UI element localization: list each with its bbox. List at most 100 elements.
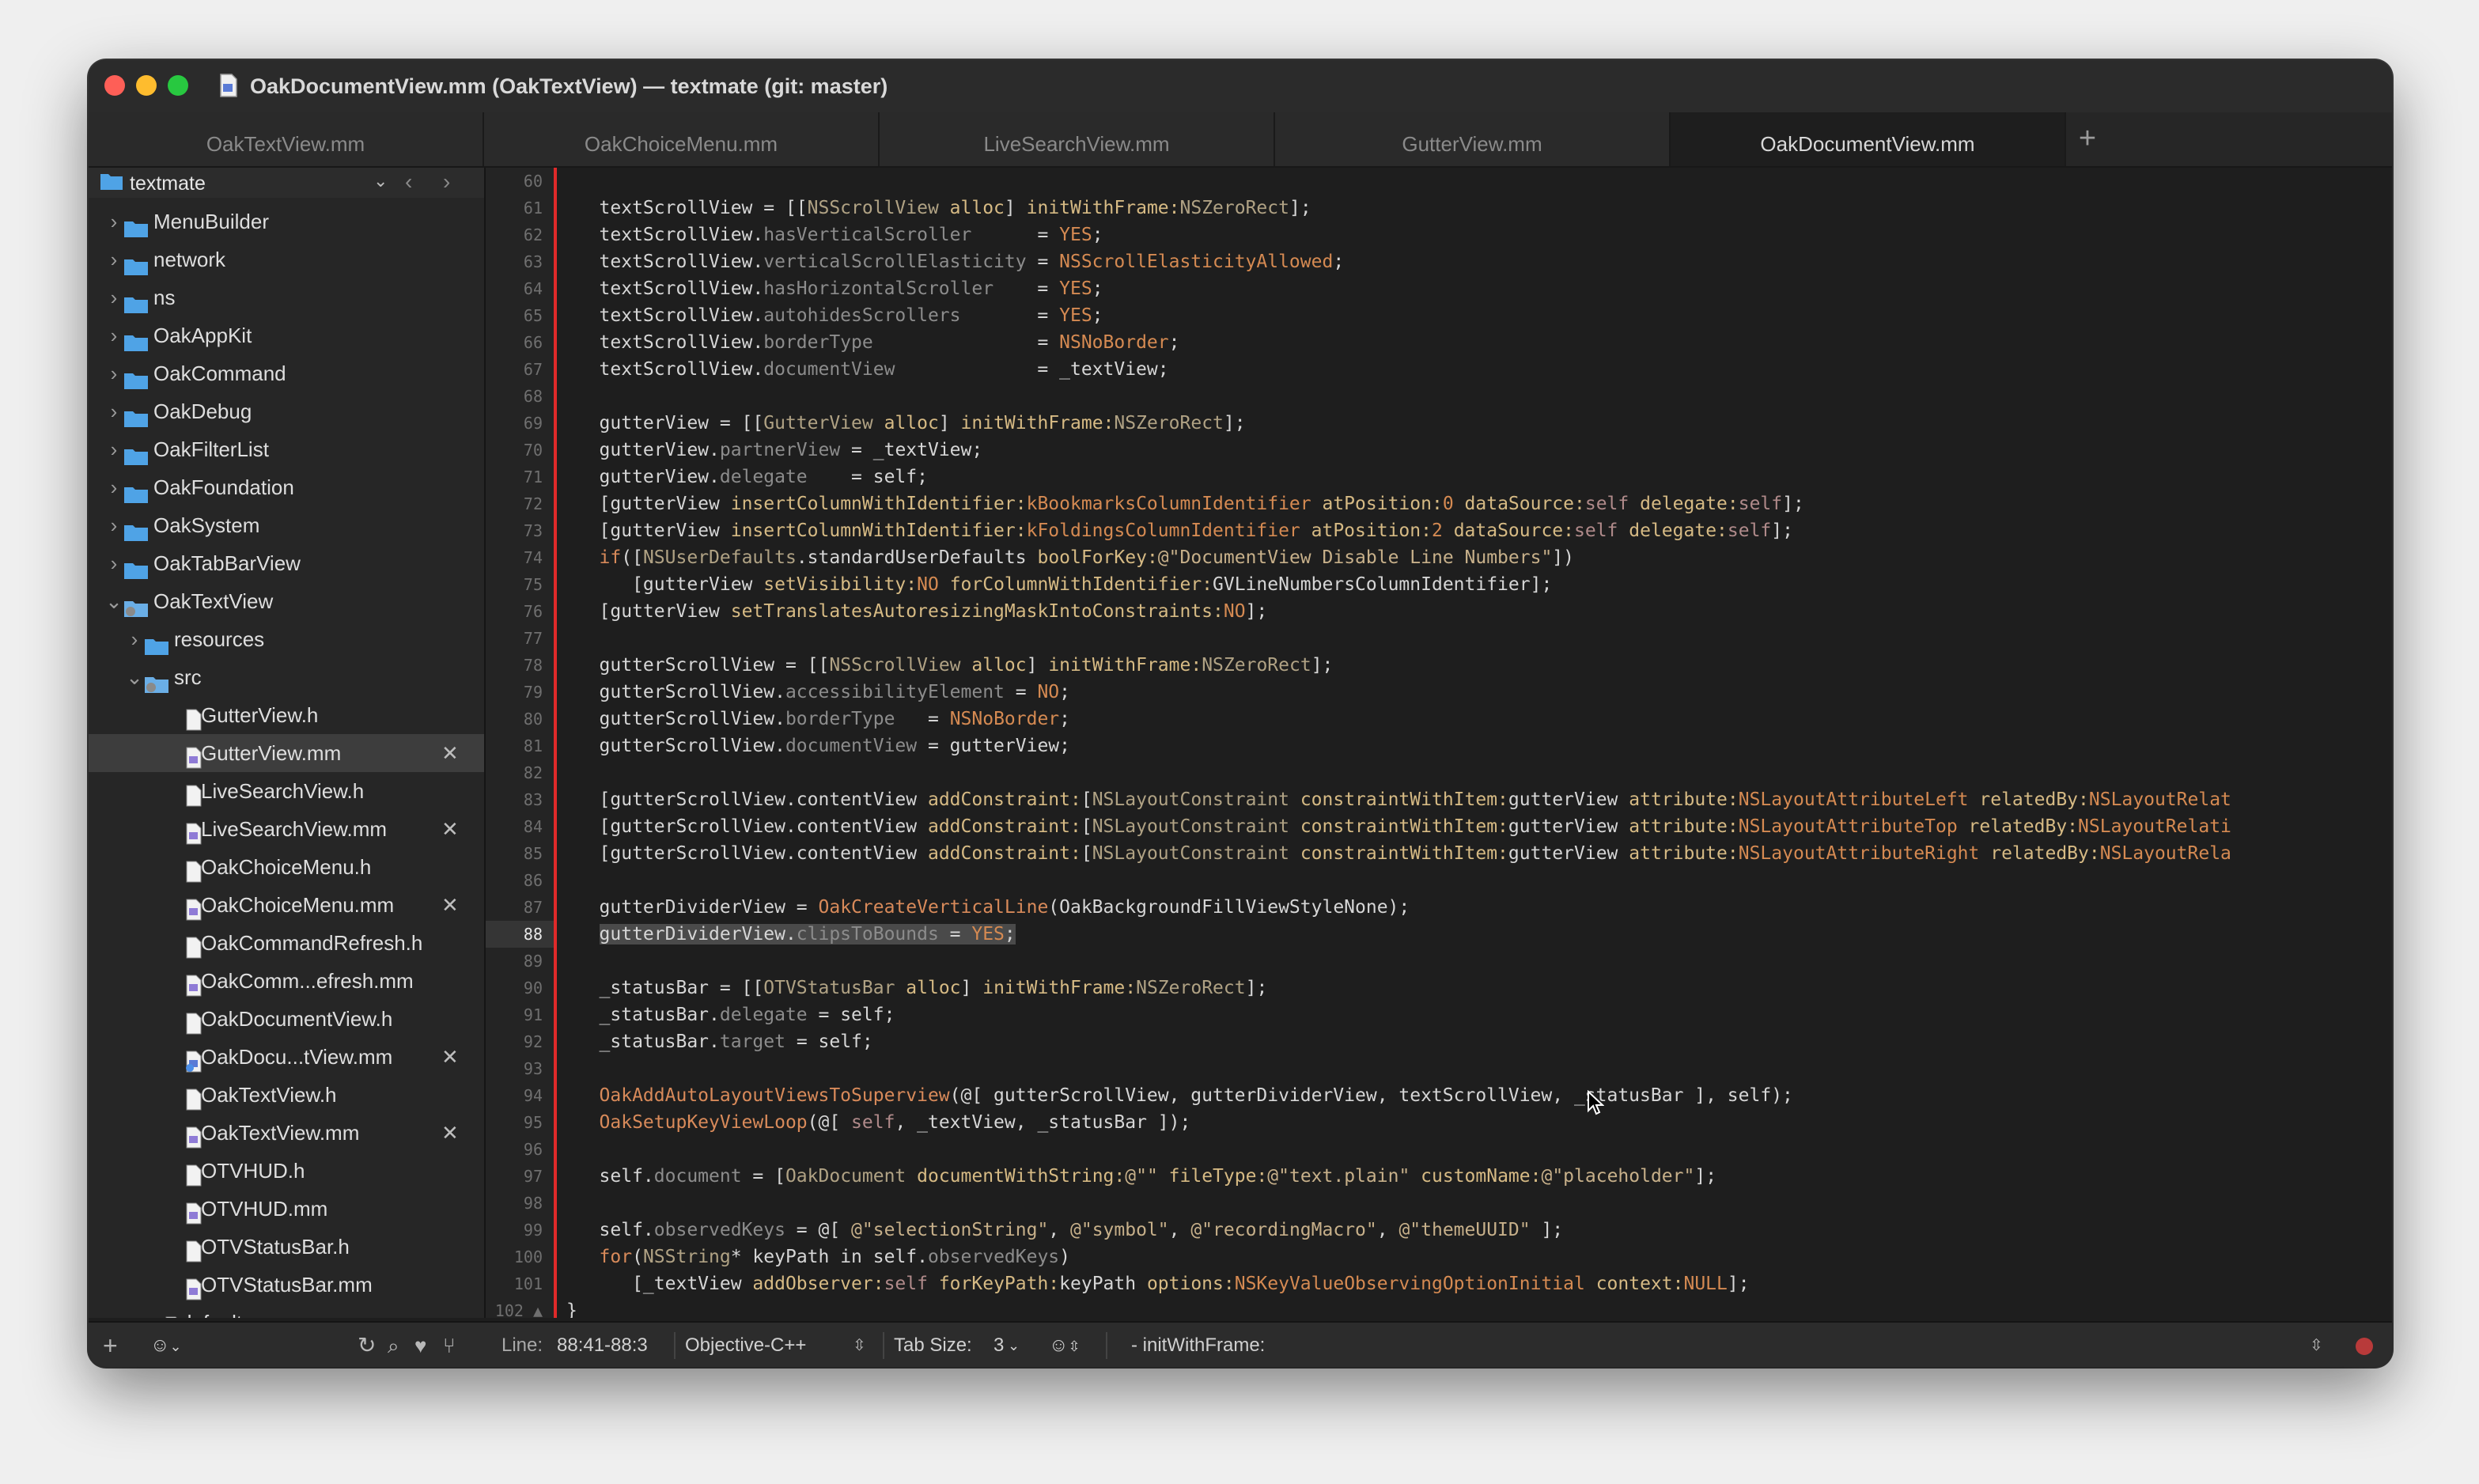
code-line[interactable]: textScrollView.hasHorizontalScroller = Y… [566,275,2392,302]
file-tree-item[interactable]: ⌄ src [89,658,484,696]
file-tree-item[interactable]: OTVHUD.mm [89,1190,484,1228]
line-number[interactable]: 98 [486,1190,554,1217]
code-line[interactable] [566,1055,2392,1082]
line-number[interactable]: 87 [486,894,554,921]
disclosure-chevron-right-icon[interactable]: › [104,430,123,468]
code-line[interactable] [566,948,2392,975]
line-number-gutter[interactable]: 60 61 62 63 64 65 66 67 68 69 70 71 72 73 74 75 76 77 78 79… [486,168,557,1318]
disclosure-chevron-right-icon[interactable]: › [125,620,144,658]
language-selector[interactable]: Objective-C++ [685,1323,806,1367]
minimize-window-button[interactable] [136,75,157,96]
line-number[interactable]: 63 [486,248,554,275]
symbol-stepper-icon[interactable]: ⇳ [2310,1323,2323,1367]
line-number[interactable]: 102 ▲ [486,1297,554,1318]
tab-oaktextview[interactable]: OakTextView.mm [89,112,484,166]
disclosure-chevron-right-icon[interactable]: › [104,544,123,582]
close-icon[interactable]: ✕ [441,886,459,924]
line-number[interactable]: 78 [486,652,554,679]
code-line[interactable] [566,867,2392,894]
file-tree-item[interactable]: › OakDebug [89,392,484,430]
code-line[interactable]: _statusBar.delegate = self; [566,1001,2392,1028]
file-tree-item[interactable]: LiveSearchView.mm ✕ [89,810,484,848]
close-icon[interactable]: ✕ [441,1038,459,1076]
language-stepper-icon[interactable]: ⇳ [853,1323,866,1367]
code-line[interactable] [566,625,2392,652]
code-line[interactable]: _statusBar.target = self; [566,1028,2392,1055]
macro-record-button[interactable] [2356,1338,2373,1355]
code-line[interactable]: gutterDividerView = OakCreateVerticalLin… [566,894,2392,921]
project-selector[interactable]: textmate [130,168,206,198]
code-line[interactable]: self.observedKeys = @[ @"selectionString… [566,1217,2392,1244]
code-line[interactable]: gutterScrollView = [[NSScrollView alloc]… [566,652,2392,679]
line-number[interactable]: 68 [486,383,554,410]
file-tree-item[interactable]: › OakCommand [89,354,484,392]
code-line[interactable]: textScrollView.documentView = _textView; [566,356,2392,383]
code-line[interactable]: gutterView = [[GutterView alloc] initWit… [566,410,2392,437]
file-tree-item[interactable]: OakChoiceMenu.mm ✕ [89,886,484,924]
code-line[interactable]: [gutterView insertColumnWithIdentifier:k… [566,517,2392,544]
line-number[interactable]: 79 [486,679,554,706]
line-number[interactable]: 82 [486,759,554,786]
line-number[interactable]: 83 [486,786,554,813]
line-number[interactable]: 88 [486,921,554,948]
code-line[interactable]: [gutterView insertColumnWithIdentifier:k… [566,490,2392,517]
line-number[interactable]: 76 [486,598,554,625]
line-number[interactable]: 80 [486,706,554,733]
line-number[interactable]: 86 [486,867,554,894]
file-tree-item[interactable]: › OakAppKit [89,316,484,354]
title-bar[interactable]: OakDocumentView.mm (OakTextView) — textm… [89,60,2392,112]
code-line[interactable]: gutterScrollView.borderType = NSNoBorder… [566,706,2392,733]
code-line[interactable]: gutterDividerView.clipsToBounds = YES; [566,921,2392,948]
zoom-window-button[interactable] [168,75,188,96]
line-number[interactable]: 65 [486,302,554,329]
tab-size-selector[interactable]: 3 [993,1323,1004,1367]
code-line[interactable]: [gutterView setTranslatesAutoresizingMas… [566,598,2392,625]
line-number[interactable]: 60 [486,168,554,195]
code-line[interactable] [566,1136,2392,1163]
disclosure-chevron-right-icon[interactable]: › [104,316,123,354]
line-number[interactable]: 96 [486,1136,554,1163]
code-line[interactable]: [gutterScrollView.contentView addConstra… [566,786,2392,813]
line-number[interactable]: 62 [486,221,554,248]
back-button[interactable]: ‹ [405,169,412,195]
code-line[interactable]: gutterView.delegate = self; [566,464,2392,490]
tab-oakdocumentview[interactable]: OakDocumentView.mm [1671,112,2066,166]
code-line[interactable]: [_textView addObserver:self forKeyPath:k… [566,1270,2392,1297]
disclosure-chevron-right-icon[interactable]: › [104,506,123,544]
close-icon[interactable]: ✕ [441,1114,459,1152]
code-line[interactable] [566,168,2392,195]
line-number[interactable]: 66 [486,329,554,356]
line-number[interactable]: 92 [486,1028,554,1055]
code-line[interactable] [566,383,2392,410]
line-number[interactable]: 61 [486,195,554,221]
code-line[interactable] [566,759,2392,786]
disclosure-chevron-right-icon[interactable]: › [104,240,123,278]
disclosure-chevron-right-icon[interactable]: › [104,468,123,506]
reload-icon[interactable]: ↻ [358,1323,376,1367]
code-line[interactable]: textScrollView.hasVerticalScroller = YES… [566,221,2392,248]
file-tree-item[interactable]: OTVHUD.h [89,1152,484,1190]
disclosure-chevron-right-icon[interactable]: › [104,203,123,240]
code-line[interactable]: textScrollView.verticalScrollElasticity … [566,248,2392,275]
code-line[interactable]: _statusBar = [[OTVStatusBar alloc] initW… [566,975,2392,1001]
tab-livesearchview[interactable]: LiveSearchView.mm [880,112,1275,166]
file-tree-item[interactable]: › MenuBuilder [89,203,484,240]
tab-oakchoicemenu[interactable]: OakChoiceMenu.mm [484,112,880,166]
line-number[interactable]: 91 [486,1001,554,1028]
file-tree-item[interactable]: › network [89,240,484,278]
file-tree-item[interactable]: GutterView.mm ✕ [89,734,484,772]
code-editor[interactable]: 60 61 62 63 64 65 66 67 68 69 70 71 72 73 74 75 76 77 78 79… [486,168,2392,1318]
code-line[interactable]: [gutterScrollView.contentView addConstra… [566,840,2392,867]
code-line[interactable]: gutterView.partnerView = _textView; [566,437,2392,464]
chevron-down-icon[interactable]: ⌄ [373,171,388,191]
line-number[interactable]: 97 [486,1163,554,1190]
line-number[interactable]: 71 [486,464,554,490]
search-icon[interactable]: ⌕ [388,1323,399,1367]
code-line[interactable]: for(NSString* keyPath in self.observedKe… [566,1244,2392,1270]
file-tree-item[interactable]: › OakTabBarView [89,544,484,582]
code-line[interactable]: [gutterView setVisibility:NO forColumnWi… [566,571,2392,598]
line-number[interactable]: 85 [486,840,554,867]
git-branch-icon[interactable]: ⑂ [443,1323,456,1367]
close-window-button[interactable] [104,75,125,96]
code-line[interactable]: textScrollView.borderType = NSNoBorder; [566,329,2392,356]
